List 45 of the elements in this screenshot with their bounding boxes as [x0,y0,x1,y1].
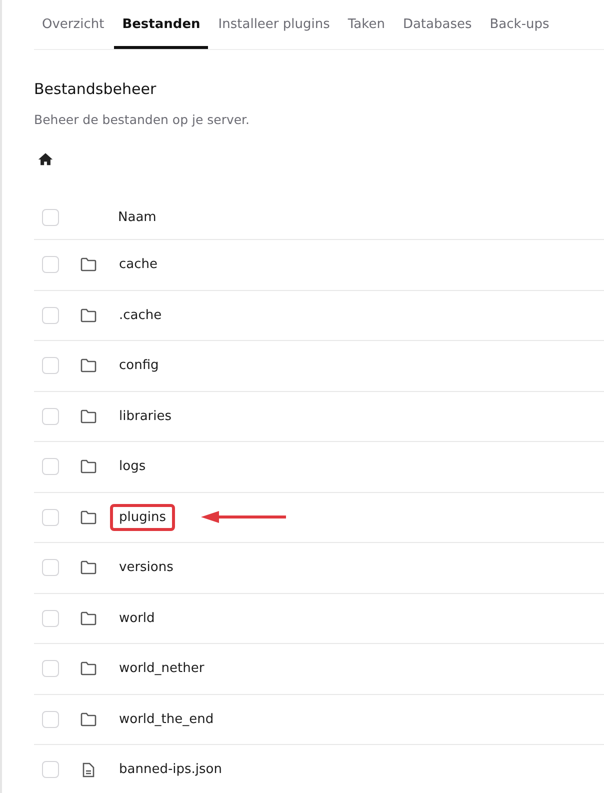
folder-icon [80,560,97,576]
page-subtitle: Beheer de bestanden op je server. [34,112,251,127]
folder-icon [80,510,97,525]
file-name[interactable]: libraries [110,402,181,430]
folder-icon [80,358,97,374]
file-name[interactable]: cache [110,251,166,278]
folder-icon [80,661,97,676]
tab[interactable]: Bestanden [114,0,208,49]
checkbox[interactable] [42,761,59,778]
folder-icon [80,308,97,323]
checkbox[interactable] [42,559,59,576]
tab[interactable]: Back-ups [482,0,558,49]
file-name[interactable]: config [110,352,168,380]
checkbox[interactable] [42,660,59,678]
highlighted-file-name[interactable]: plugins [110,504,175,531]
file-icon [82,762,95,778]
folder-icon [80,712,97,727]
tab[interactable]: Taken [340,0,393,49]
folder-icon [80,459,97,474]
checkbox[interactable] [42,357,59,374]
checkbox[interactable] [42,408,59,425]
tab[interactable]: Installeer plugins [210,0,338,49]
checkbox[interactable] [42,710,59,728]
file-name[interactable]: world [110,604,164,632]
tab[interactable]: Overzicht [34,0,112,49]
arrow-icon [200,510,287,524]
home-icon[interactable] [37,151,54,168]
column-header: Naam [118,210,156,224]
file-name[interactable]: banned-ips.json [110,756,231,784]
checkbox[interactable] [42,610,59,627]
checkbox[interactable] [42,508,59,526]
folder-icon [80,610,97,626]
tab[interactable]: Databases [394,0,480,49]
file-name[interactable]: world_nether [110,655,214,682]
checkbox[interactable] [42,256,59,274]
checkbox[interactable] [42,306,59,324]
folder-icon [80,408,97,424]
file-name[interactable]: world_the_end [110,706,223,733]
checkbox[interactable] [42,208,59,226]
file-name[interactable]: versions [110,554,182,582]
page-title: Bestandsbeheer [34,80,158,98]
folder-icon [80,257,97,272]
file-name[interactable]: .cache [110,302,171,329]
checkbox[interactable] [42,458,59,476]
file-name[interactable]: logs [110,453,155,480]
